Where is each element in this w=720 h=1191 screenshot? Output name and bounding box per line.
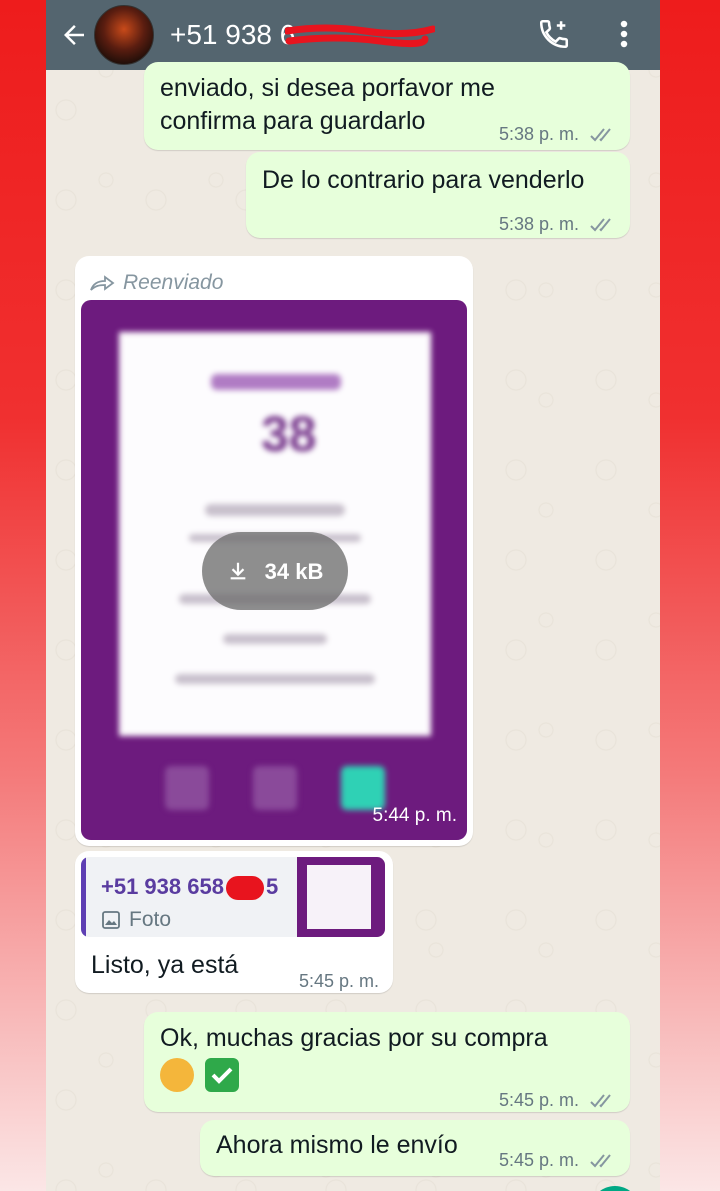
contact-name[interactable]: +51 938 6 (170, 19, 435, 51)
read-ticks-icon (590, 1094, 611, 1108)
message-bubble-outgoing[interactable]: enviado, si desea porfavor me confirma p… (144, 62, 630, 150)
chat-screen: +51 938 6 enviado, si desea porfavor me … (46, 0, 660, 1191)
redaction-blot (225, 876, 264, 901)
image-amount: 38 (261, 406, 317, 462)
message-time: 5:45 p. m. (499, 1084, 616, 1117)
contact-number: +51 938 6 (170, 19, 296, 50)
quoted-message[interactable]: +51 938 658 5 Foto (81, 857, 385, 937)
quoted-sender-number: +51 938 658 (101, 874, 224, 899)
message-time: 5:45 p. m. (298, 971, 379, 991)
download-icon (230, 562, 245, 580)
message-text: Listo, ya está (91, 951, 239, 979)
message-text: Ahora mismo le envío (216, 1131, 458, 1159)
message-time: 5:45 p. m. (499, 1144, 616, 1177)
message-bubble-incoming[interactable]: Reenviado 38 34 kB 5:44 p. m. (75, 256, 473, 846)
contact-avatar[interactable] (94, 5, 154, 65)
photo-icon (102, 910, 120, 929)
read-ticks-icon (590, 218, 611, 232)
quoted-sender-suffix: 5 (265, 874, 279, 899)
check-icon (211, 1067, 233, 1085)
read-ticks-icon (590, 1154, 611, 1168)
download-button[interactable]: 34 kB (202, 532, 348, 610)
more-vertical-icon (620, 20, 628, 48)
message-time: 5:44 p. m. (372, 805, 458, 826)
message-bubble-outgoing[interactable]: Ok, muchas gracias por su compra 5:45 p.… (144, 1012, 630, 1112)
message-text: Ok, muchas gracias por su compra (160, 1024, 548, 1052)
message-line: confirma para guardarlo (160, 107, 426, 135)
save-button-blurred (253, 766, 297, 810)
quote-accent-bar (81, 857, 86, 937)
message-line: enviado, si desea porfavor me (160, 74, 495, 102)
blur-title (211, 374, 341, 390)
message-time: 5:38 p. m. (499, 118, 616, 151)
arrow-left-icon (64, 25, 84, 45)
handshake-emoji-icon (160, 1058, 194, 1093)
quoted-type: Foto (101, 903, 171, 936)
add-call-button[interactable] (530, 10, 578, 58)
blur-line (223, 634, 327, 644)
thumbnail-card (307, 865, 371, 929)
forwarded-indicator: Reenviado (89, 266, 223, 299)
quoted-type-label: Foto (129, 908, 172, 931)
chat-header: +51 938 6 (46, 0, 660, 70)
quoted-sender: +51 938 658 5 (101, 870, 278, 903)
time-label: 5:45 p. m. (498, 1090, 579, 1110)
message-text: De lo contrario para venderlo (262, 166, 585, 194)
message-bubble-outgoing[interactable]: Ahora mismo le envío 5:45 p. m. (200, 1120, 630, 1176)
share-button-blurred (165, 766, 209, 810)
message-bubble-outgoing[interactable]: De lo contrario para venderlo 5:38 p. m. (246, 152, 630, 238)
forwarded-label: Reenviado (123, 271, 224, 294)
read-ticks-icon (590, 128, 611, 142)
time-label: 5:45 p. m. (498, 1150, 579, 1170)
check-mark-emoji-icon (204, 1058, 239, 1093)
redaction-scribble (285, 24, 435, 48)
forward-icon (90, 274, 115, 291)
back-button[interactable] (48, 9, 100, 61)
blur-line (175, 674, 375, 684)
time-label: 5:38 p. m. (498, 214, 579, 234)
blur-line (205, 504, 345, 516)
message-text: enviado, si desea porfavor me confirma p… (160, 72, 495, 138)
message-time: 5:38 p. m. (499, 208, 616, 241)
time-label: 5:38 p. m. (498, 124, 579, 144)
emoji-row (160, 1058, 243, 1093)
download-size: 34 kB (264, 558, 324, 584)
image-attachment[interactable]: 38 34 kB 5:44 p. m. (81, 300, 467, 840)
more-options-button[interactable] (600, 10, 648, 58)
quoted-thumbnail (297, 857, 385, 937)
phone-plus-icon (539, 19, 569, 49)
message-bubble-incoming[interactable]: +51 938 658 5 Foto Listo, ya está 5:45 p.… (75, 851, 393, 993)
